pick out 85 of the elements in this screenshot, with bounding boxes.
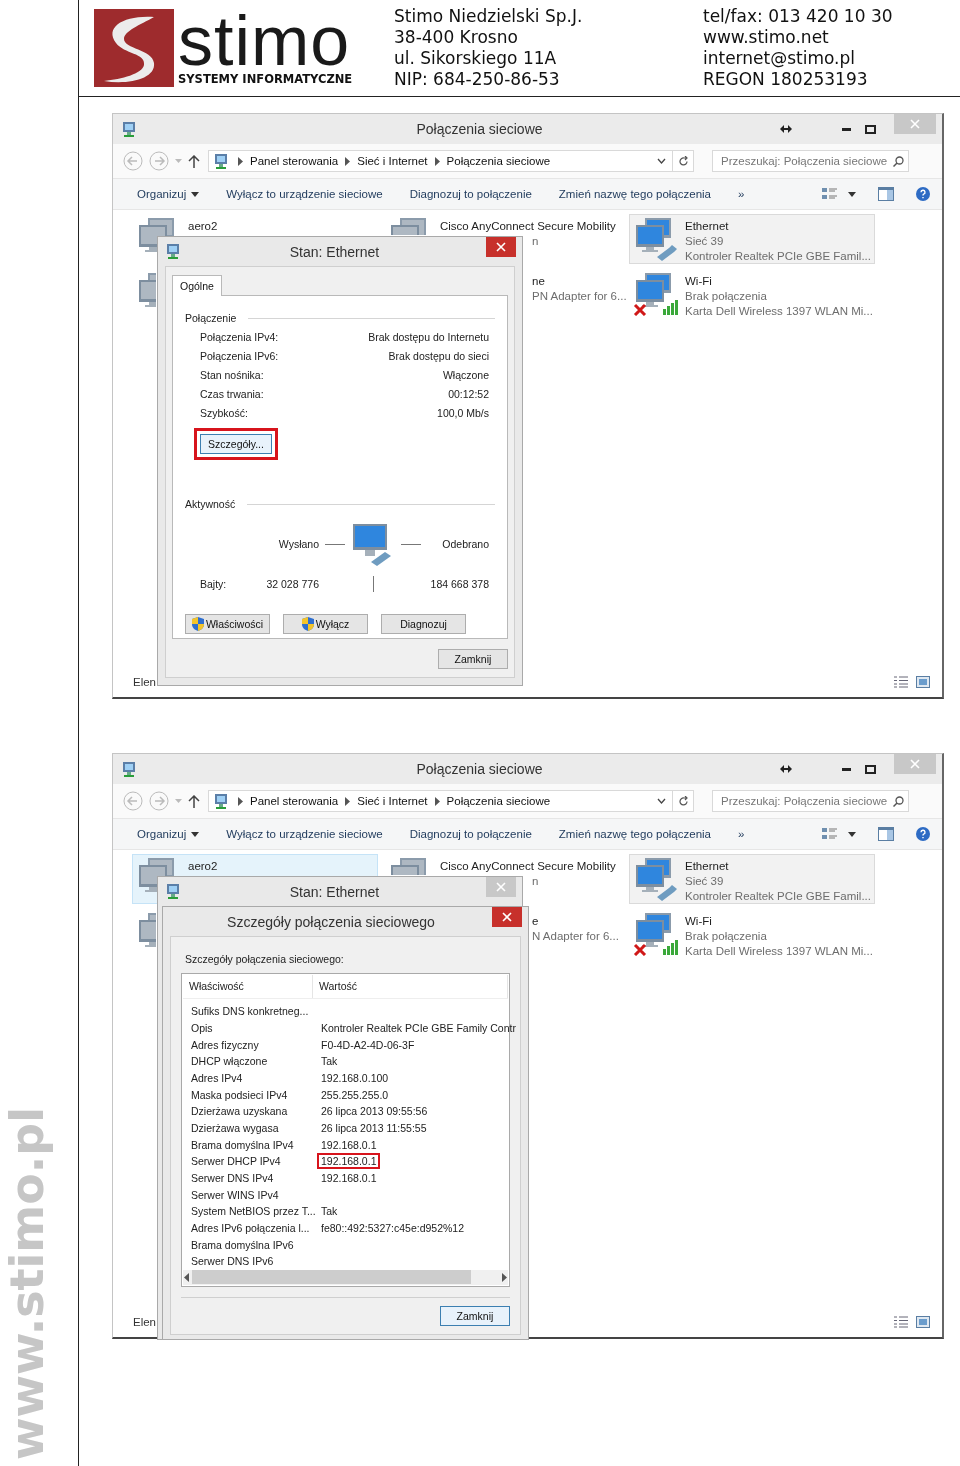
- table-cell-text: Adres fizyczny: [190, 1037, 260, 1053]
- connection-name: Cisco AnyConnect Secure Mobility: [440, 859, 616, 874]
- field-value: Brak dostępu do Internetu: [368, 331, 489, 344]
- table-cell-text: DHCP włączone: [190, 1054, 269, 1070]
- field-value: 100,0 Mb/s: [436, 407, 489, 420]
- table-cell-text: Dzierżawa uzyskana: [190, 1104, 289, 1120]
- address-line: Stimo Niedzielski Sp.J.: [394, 6, 584, 27]
- table-cell-text: Kontroler Realtek PCIe GBE Family Contr: [320, 1020, 517, 1036]
- field-label: Szybkość:: [200, 407, 249, 420]
- window-title: Połączenia sieciowe: [415, 761, 544, 777]
- table-cell-text: Serwer WINS IPv4: [190, 1187, 280, 1203]
- table-cell-text: 255.255.255.0: [320, 1087, 390, 1103]
- company-name: stimo: [178, 10, 351, 72]
- sent-label: Wysłano: [278, 537, 319, 551]
- table-cell-text: 26 lipca 2013 09:55:56: [320, 1104, 429, 1120]
- field-label: Połączenia IPv4:: [200, 331, 280, 344]
- table-cell-text: Tak: [320, 1054, 339, 1070]
- table-cell-text: Brama domyślna IPv4: [190, 1137, 295, 1153]
- table-cell-text: 192.168.0.100: [320, 1070, 390, 1086]
- table-cell-text: System NetBIOS przez T...: [190, 1204, 317, 1220]
- table-cell-text: Opis: [190, 1020, 214, 1036]
- connection-name: Wi-Fi: [685, 274, 712, 289]
- table-cell-text: 192.168.0.1: [320, 1171, 378, 1186]
- connection-detail: PN Adapter for 6...: [532, 289, 627, 304]
- connection-name: aero2: [188, 859, 218, 874]
- table-cell-text: Adres IPv6 połączenia l...: [190, 1221, 311, 1237]
- table-cell: 192.168.0.1: [317, 1153, 381, 1170]
- table-cell-text: 192.168.0.1: [320, 1137, 378, 1153]
- table-cell-text: Sufiks DNS konkretneg...: [190, 1004, 310, 1020]
- contact-line: internet@stimo.pl: [703, 48, 857, 69]
- connection-name: Cisco AnyConnect Secure Mobility: [440, 219, 616, 234]
- connection-detail: Sieć 39: [685, 234, 724, 249]
- table-cell-text: Serwer DNS IPv4: [190, 1171, 275, 1186]
- connection-detail: Karta Dell Wireless 1397 WLAN Mi...: [685, 944, 873, 959]
- contact-line: www.stimo.net: [703, 27, 830, 48]
- connection-detail: Brak połączenia: [685, 929, 767, 944]
- dialog-title: Stan: Ethernet: [288, 243, 381, 260]
- address-line: NIP: 684-250-86-53: [394, 69, 561, 90]
- table-cell-text: Tak: [320, 1204, 339, 1220]
- connection-detail: Karta Dell Wireless 1397 WLAN Mi...: [685, 304, 873, 319]
- table-cell-text: Maska podsieci IPv4: [190, 1087, 289, 1103]
- connection-name: Wi-Fi: [685, 914, 712, 929]
- table-cell-text: Serwer DNS IPv6: [190, 1254, 275, 1270]
- dialog-title: Stan: Ethernet: [288, 883, 381, 900]
- dialog-title: Szczegóły połączenia sieciowego: [226, 913, 436, 930]
- connection-detail: n: [532, 874, 539, 889]
- connection-detail: n: [532, 234, 539, 249]
- bytes-label: Bajty:: [199, 577, 228, 591]
- status-text: Elen: [133, 1316, 157, 1328]
- connection-detail: Brak połączenia: [685, 289, 767, 304]
- connection-detail: Kontroler Realtek PCIe GBE Famil...: [685, 889, 871, 904]
- status-text: Elen: [133, 676, 157, 688]
- table-cell-text: fe80::492:5327:c45e:d952%12: [320, 1221, 466, 1237]
- connection-detail: Kontroler Realtek PCIe GBE Famil...: [685, 249, 871, 264]
- address-line: 38-400 Krosno: [394, 27, 519, 48]
- table-cell-text: Dzierżawa wygasa: [190, 1120, 280, 1136]
- table-cell-text: F0-4D-A2-4D-06-3F: [320, 1037, 416, 1053]
- connection-detail: Sieć 39: [685, 874, 724, 889]
- table-cell-text: Brama domyślna IPv6: [190, 1237, 295, 1253]
- received-label: Odebrano: [442, 537, 489, 551]
- connection-detail: N Adapter for 6...: [532, 929, 619, 944]
- connection-name: ne: [532, 274, 545, 289]
- field-value: Włączone: [441, 369, 489, 382]
- connection-name: aero2: [188, 219, 218, 234]
- table-cell-text: Adres IPv4: [190, 1070, 244, 1086]
- field-label: Czas trwania:: [200, 388, 265, 401]
- connection-name: e: [532, 914, 539, 929]
- table-cell-text: Serwer DHCP IPv4: [190, 1154, 282, 1170]
- contact-line: tel/fax: 013 420 10 30: [703, 6, 894, 27]
- section-heading: Aktywność: [185, 498, 236, 510]
- field-label: Połączenia IPv6:: [200, 350, 280, 363]
- dialog-caption: Szczegóły połączenia sieciowego:: [184, 952, 345, 967]
- field-value: 00:12:52: [447, 388, 489, 401]
- field-value: Brak dostępu do sieci: [387, 350, 489, 363]
- bytes-received: 184 668 378: [429, 577, 489, 591]
- address-line: ul. Sikorskiego 11A: [394, 48, 558, 69]
- company-tagline: SYSTEMY INFORMATYCZNE: [178, 72, 353, 86]
- connection-name: Ethernet: [685, 859, 729, 874]
- section-heading: Połączenie: [185, 312, 237, 324]
- table-cell-text: 26 lipca 2013 11:55:55: [320, 1120, 428, 1136]
- field-label: Stan nośnika:: [200, 369, 265, 382]
- bytes-sent: 32 028 776: [265, 577, 320, 591]
- connection-name: Ethernet: [685, 219, 729, 234]
- window-title: Połączenia sieciowe: [415, 121, 544, 137]
- contact-line: REGON 180253193: [703, 69, 869, 90]
